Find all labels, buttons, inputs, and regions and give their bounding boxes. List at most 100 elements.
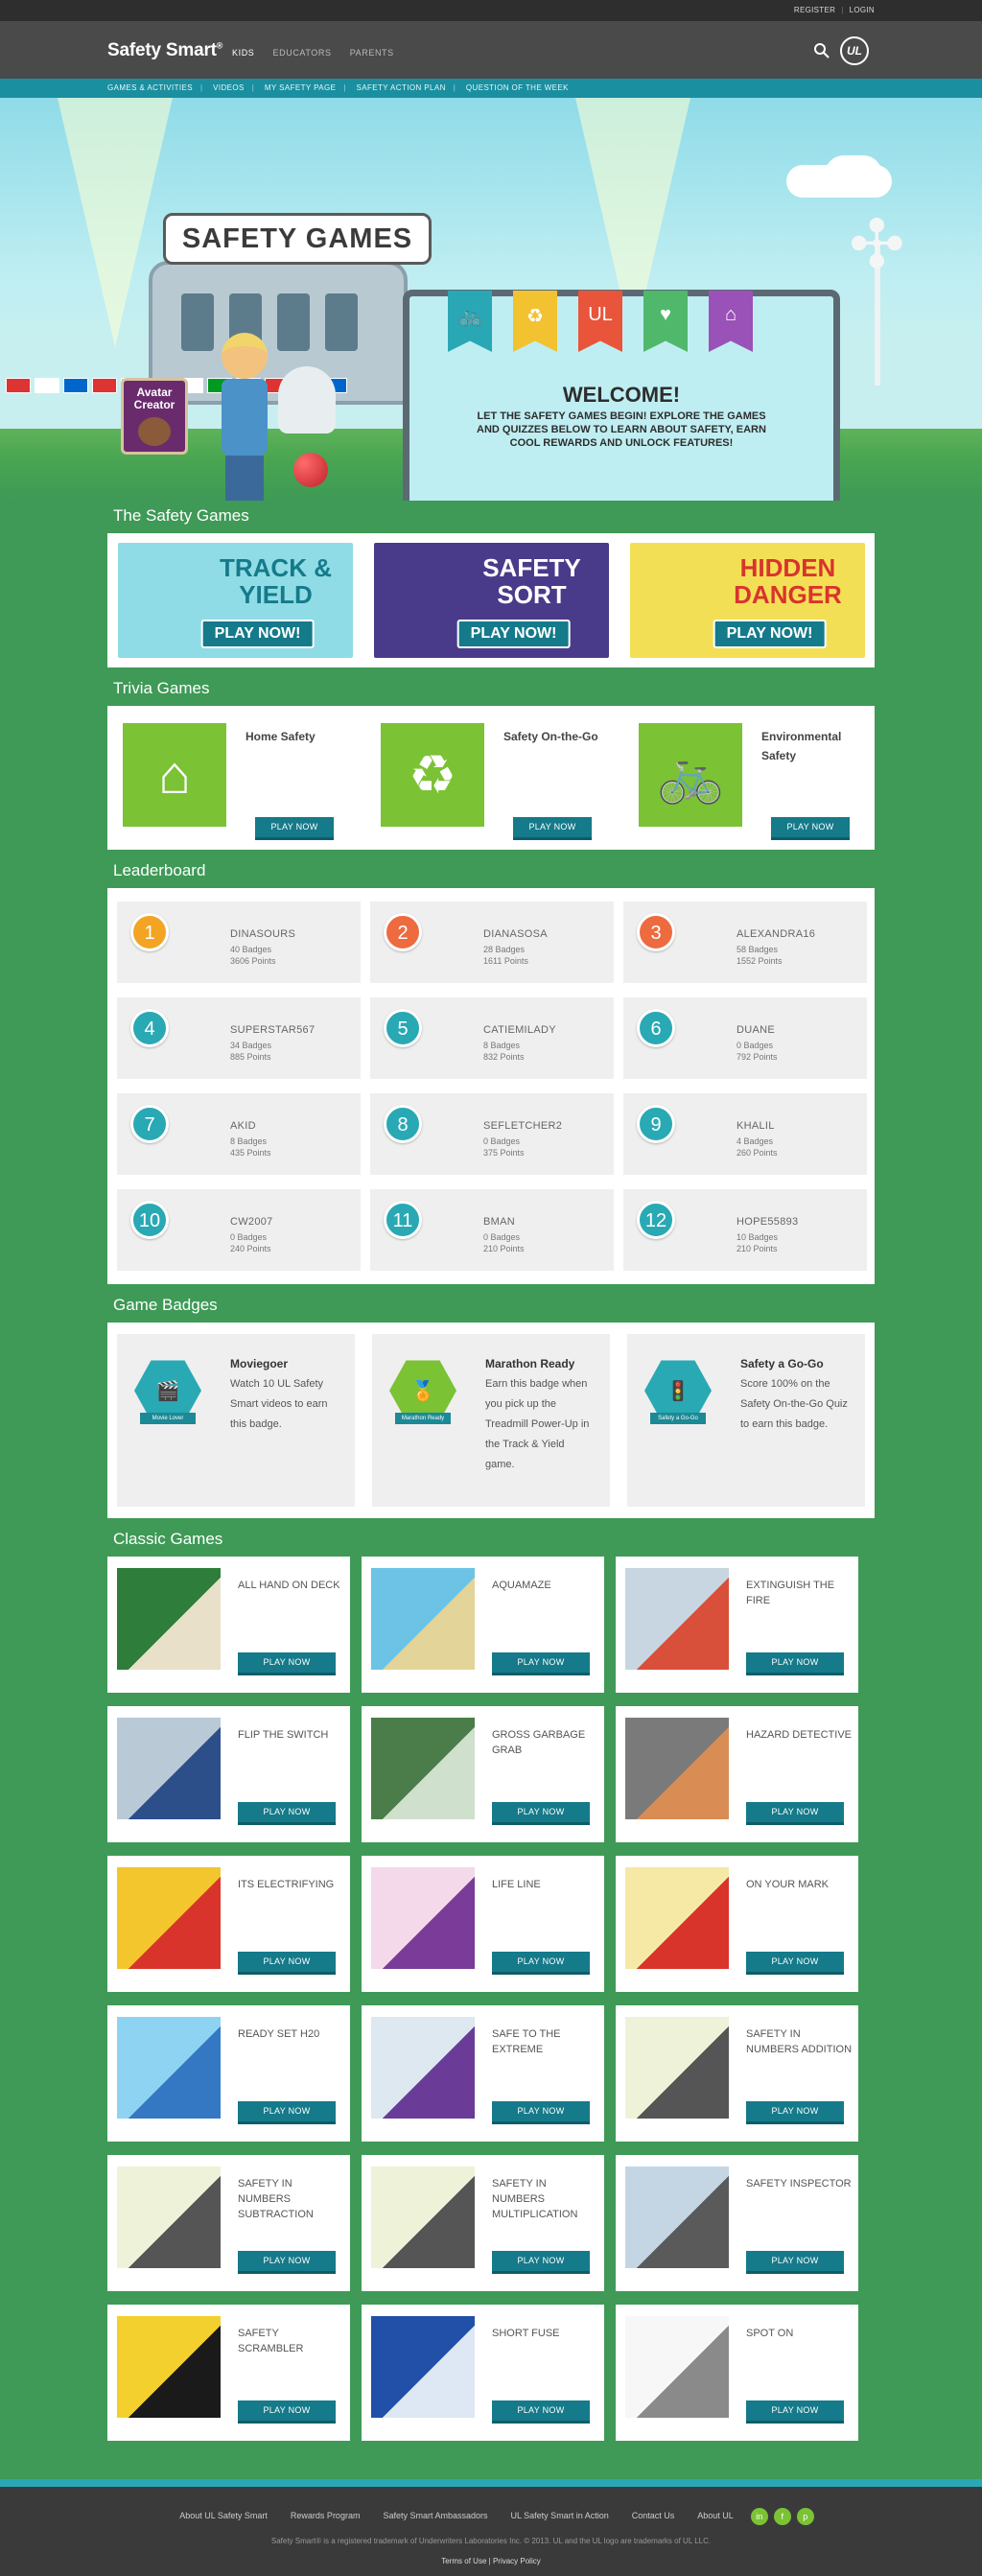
safety-game-card[interactable]: SAFETY SORT PLAY NOW! (373, 543, 609, 658)
play-now-button[interactable]: PLAY NOW (746, 2101, 844, 2124)
footer-link[interactable]: Contact Us (632, 2511, 675, 2520)
leaderboard-entry: 11 BMAN 0 Badges 210 Points (370, 1189, 614, 1271)
play-now-button[interactable]: PLAY NOW (238, 1802, 336, 1825)
footer-link[interactable]: About UL (697, 2511, 734, 2520)
game-thumbnail[interactable] (371, 1718, 475, 1819)
subnav-games[interactable]: GAMES & ACTIVITIES (107, 83, 193, 92)
play-now-button[interactable]: PLAY NOW (238, 1952, 336, 1975)
game-thumbnail[interactable] (625, 2316, 729, 2418)
play-now-button[interactable]: PLAY NOW (492, 1652, 590, 1675)
brand-logo[interactable]: Safety Smart® (107, 40, 222, 61)
play-now-button[interactable]: PLAY NOW! (200, 620, 315, 648)
rank-badge: 7 (130, 1105, 169, 1143)
play-now-button[interactable]: PLAY NOW (771, 817, 850, 840)
subnav-safety-action-plan[interactable]: SAFETY ACTION PLAN (356, 83, 445, 92)
game-thumbnail[interactable] (371, 1568, 475, 1670)
play-now-button[interactable]: PLAY NOW (238, 2101, 336, 2124)
trivia-tile[interactable]: ⌂ (123, 723, 226, 827)
game-thumbnail[interactable] (117, 1718, 221, 1819)
play-now-button[interactable]: PLAY NOW (513, 817, 592, 840)
game-thumbnail[interactable] (117, 2017, 221, 2119)
play-now-button[interactable]: PLAY NOW (238, 2400, 336, 2424)
linkedin-icon[interactable]: in (750, 2508, 768, 2525)
facebook-icon[interactable]: f (773, 2508, 791, 2525)
play-now-button[interactable]: PLAY NOW (255, 817, 334, 840)
trivia-tile[interactable]: ♻ (381, 723, 484, 827)
player-name: SEFLETCHER2 (483, 1120, 563, 1132)
trivia-title: Environmental Safety (761, 730, 842, 762)
rank-badge: 2 (384, 913, 422, 951)
game-title: SPOT ON (746, 2328, 794, 2339)
play-now-button[interactable]: PLAY NOW (492, 2101, 590, 2124)
game-thumbnail[interactable] (371, 2166, 475, 2268)
game-thumbnail[interactable] (625, 2166, 729, 2268)
play-now-button[interactable]: PLAY NOW (746, 1652, 844, 1675)
footer-link[interactable]: Rewards Program (291, 2511, 361, 2520)
terms-link[interactable]: Terms of Use (441, 2557, 486, 2565)
game-thumbnail[interactable] (625, 1568, 729, 1670)
footer-link[interactable]: Safety Smart Ambassadors (383, 2511, 487, 2520)
player-name: CATIEMILADY (483, 1024, 556, 1036)
game-thumbnail[interactable] (371, 2316, 475, 2418)
game-title: ALL HAND ON DECK (238, 1580, 340, 1591)
play-now-button[interactable]: PLAY NOW (746, 2400, 844, 2424)
play-now-button[interactable]: PLAY NOW (238, 2251, 336, 2274)
ul-icon: UL (578, 291, 622, 352)
game-thumbnail[interactable] (625, 1718, 729, 1819)
avatar-creator-button[interactable]: Avatar Creator (121, 378, 188, 455)
subnav-question-of-week[interactable]: QUESTION OF THE WEEK (466, 83, 569, 92)
register-link[interactable]: REGISTER (794, 6, 835, 14)
play-now-button[interactable]: PLAY NOW (746, 1952, 844, 1975)
badge-title: Safety a Go-Go (740, 1357, 824, 1370)
welcome-title: WELCOME! (562, 383, 681, 407)
play-now-button[interactable]: PLAY NOW (492, 2251, 590, 2274)
game-title: SAFETY IN NUMBERS MULTIPLICATION (492, 2178, 578, 2220)
classic-game-card: ITS ELECTRIFYING PLAY NOW (107, 1856, 350, 1992)
nav-parents[interactable]: PARENTS (350, 48, 394, 58)
play-now-button[interactable]: PLAY NOW (746, 2251, 844, 2274)
trivia-tile[interactable]: 🚲 (639, 723, 742, 827)
game-thumbnail[interactable] (625, 2017, 729, 2119)
ul-logo[interactable]: UL (840, 36, 869, 65)
subnav-my-safety-page[interactable]: MY SAFETY PAGE (265, 83, 337, 92)
safety-game-card[interactable]: TRACK & YIELD PLAY NOW! (117, 543, 353, 658)
player-name: HOPE55893 (736, 1216, 799, 1228)
game-thumbnail[interactable] (371, 2017, 475, 2119)
footer-link[interactable]: UL Safety Smart in Action (511, 2511, 609, 2520)
play-now-button[interactable]: PLAY NOW (492, 1952, 590, 1975)
play-now-button[interactable]: PLAY NOW (492, 2400, 590, 2424)
play-now-button[interactable]: PLAY NOW! (456, 620, 571, 648)
privacy-link[interactable]: Privacy Policy (493, 2557, 541, 2565)
rank-badge: 3 (637, 913, 675, 951)
leaderboard-entry: 7 AKID 8 Badges 435 Points (117, 1093, 361, 1175)
rank-badge: 9 (637, 1105, 675, 1143)
nav-kids[interactable]: KIDS (232, 48, 254, 58)
game-thumbnail[interactable] (371, 1867, 475, 1969)
play-now-button[interactable]: PLAY NOW (492, 1802, 590, 1825)
nav-educators[interactable]: EDUCATORS (273, 48, 332, 58)
subnav-videos[interactable]: VIDEOS (213, 83, 245, 92)
play-now-button[interactable]: PLAY NOW (746, 1802, 844, 1825)
search-icon[interactable] (813, 42, 830, 59)
game-title: SAFETY SORT (482, 553, 581, 609)
footer-link[interactable]: About UL Safety Smart (179, 2511, 268, 2520)
banner-title: SAFETY GAMES (181, 223, 413, 254)
section-title: Game Badges (113, 1296, 218, 1314)
classic-game-card: LIFE LINE PLAY NOW (362, 1856, 604, 1992)
game-thumbnail[interactable] (117, 2166, 221, 2268)
play-now-button[interactable]: PLAY NOW (238, 1652, 336, 1675)
game-thumbnail[interactable] (117, 2316, 221, 2418)
safety-game-card[interactable]: HIDDEN DANGER PLAY NOW! (629, 543, 865, 658)
game-title: SAFETY SCRAMBLER (238, 2328, 304, 2354)
leaderboard-entry: 8 SEFLETCHER2 0 Badges 375 Points (370, 1093, 614, 1175)
game-title: AQUAMAZE (492, 1580, 551, 1591)
main-nav: Safety Smart® KIDS EDUCATORS PARENTS UL (0, 21, 982, 79)
game-thumbnail[interactable] (117, 1568, 221, 1670)
game-thumbnail[interactable] (625, 1867, 729, 1969)
login-link[interactable]: LOGIN (850, 6, 875, 14)
hero-banner: ✣ SAFETY GAMES Avatar Creator 🚲 ♻ UL ♥ ⌂ WEL… (0, 98, 982, 501)
game-thumbnail[interactable] (117, 1867, 221, 1969)
pinterest-icon[interactable]: p (796, 2508, 814, 2525)
play-now-button[interactable]: PLAY NOW! (713, 620, 827, 648)
badge-count: 0 Badges (483, 1232, 521, 1242)
